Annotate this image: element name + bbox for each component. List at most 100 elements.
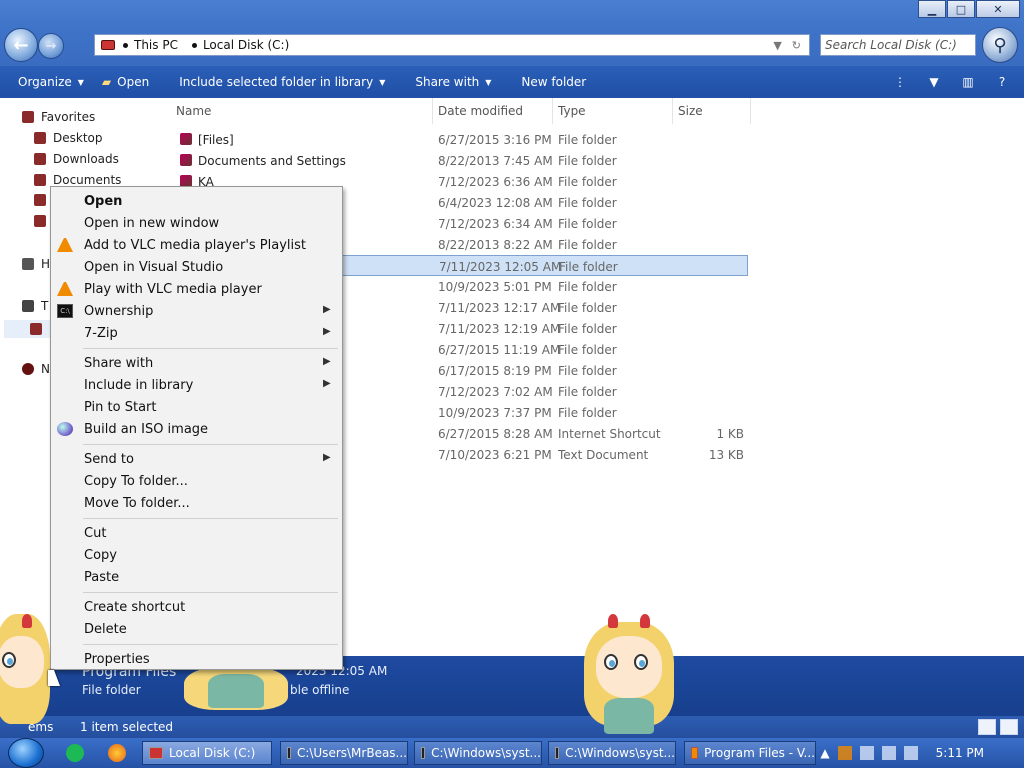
nav-this-pc[interactable]: T: [22, 299, 48, 313]
nav-local-disk-selected[interactable]: [4, 320, 54, 338]
taskbar-button[interactable]: C:\Windows\syst...: [414, 741, 542, 765]
view-dropdown-icon[interactable]: ▼: [926, 74, 942, 90]
share-with-button[interactable]: Share with ▼: [415, 75, 491, 89]
file-type: File folder: [558, 154, 617, 168]
search-input[interactable]: Search Local Disk (C:): [820, 34, 976, 56]
help-icon[interactable]: ?: [994, 74, 1010, 90]
menu-item-build-an-iso-image[interactable]: Build an ISO image: [51, 418, 342, 440]
column-type[interactable]: Type: [558, 104, 586, 118]
nav-favorites[interactable]: Favorites: [22, 110, 95, 124]
nav-item[interactable]: [34, 215, 46, 227]
search-icon[interactable]: ⚲: [982, 27, 1018, 63]
open-button[interactable]: ▰ Open: [102, 75, 149, 89]
nav-homegroup[interactable]: H: [22, 257, 50, 271]
breadcrumb-this-pc[interactable]: This PC: [134, 38, 178, 52]
view-options-icon[interactable]: ⋮: [892, 74, 908, 90]
menu-item-include-in-library[interactable]: Include in library ▶: [51, 374, 342, 396]
action-center-flag-icon[interactable]: [859, 746, 874, 760]
preview-pane-icon[interactable]: ▥: [960, 74, 976, 90]
nav-item[interactable]: [34, 194, 46, 206]
spotify-icon[interactable]: [66, 744, 84, 762]
cartoon-character-left: [0, 610, 50, 738]
menu-item-copy-to-folder[interactable]: Copy To folder...: [51, 470, 342, 492]
refresh-icon[interactable]: ↻: [792, 39, 801, 52]
menu-item-add-to-vlc-media-player-s-playlist[interactable]: Add to VLC media player's Playlist: [51, 234, 342, 256]
clock[interactable]: 5:11 PM: [936, 746, 984, 760]
menu-item-open-in-new-window[interactable]: Open in new window: [51, 212, 342, 234]
details-view-icon[interactable]: [978, 719, 996, 735]
menu-item-open[interactable]: Open: [51, 190, 342, 212]
computer-icon: [22, 300, 34, 312]
menu-item-copy[interactable]: Copy: [51, 544, 342, 566]
nav-label: Downloads: [53, 152, 119, 166]
chevron-right-icon: ▶: [323, 304, 331, 315]
column-size[interactable]: Size: [678, 104, 703, 118]
menu-item-7-zip[interactable]: 7-Zip ▶: [51, 322, 342, 344]
taskbar-button[interactable]: Local Disk (C:): [142, 741, 272, 765]
taskbar-button[interactable]: C:\Users\MrBeas...: [280, 741, 408, 765]
column-divider[interactable]: [552, 98, 553, 124]
nav-network[interactable]: N: [22, 362, 50, 376]
show-hidden-icons-icon[interactable]: ▲: [820, 746, 829, 760]
documents-icon: [34, 174, 46, 186]
minimize-button[interactable]: ▁: [918, 0, 946, 18]
file-row[interactable]: [Files] 6/27/2015 3:16 PM File folder: [168, 129, 748, 150]
homegroup-icon: [22, 258, 34, 270]
menu-item-move-to-folder[interactable]: Move To folder...: [51, 492, 342, 514]
java-icon[interactable]: [837, 746, 852, 760]
nav-downloads[interactable]: Downloads: [34, 152, 119, 166]
menu-item-label: Pin to Start: [84, 400, 157, 415]
new-folder-button[interactable]: New folder: [521, 75, 586, 89]
forward-button[interactable]: →: [38, 33, 64, 59]
character-horn: [608, 614, 618, 628]
drive-icon: [101, 40, 115, 50]
breadcrumb-local-disk[interactable]: Local Disk (C:): [203, 38, 289, 52]
menu-item-delete[interactable]: Delete: [51, 618, 342, 640]
menu-item-share-with[interactable]: Share with ▶: [51, 352, 342, 374]
menu-item-send-to[interactable]: Send to ▶: [51, 448, 342, 470]
menu-item-cut[interactable]: Cut: [51, 522, 342, 544]
menu-item-label: Open in new window: [84, 216, 220, 231]
column-divider[interactable]: [750, 98, 751, 124]
start-button[interactable]: [8, 738, 44, 768]
close-button[interactable]: ✕: [976, 0, 1020, 18]
address-dropdown-icon[interactable]: ▼: [773, 39, 781, 52]
menu-item-create-shortcut[interactable]: Create shortcut: [51, 596, 342, 618]
include-in-library-button[interactable]: Include selected folder in library ▼: [179, 75, 385, 89]
nav-desktop[interactable]: Desktop: [34, 131, 103, 145]
context-menu: Open Open in new window Add to VLC media p…: [50, 186, 343, 670]
taskbar-button[interactable]: Program Files - V...: [684, 741, 816, 765]
column-name[interactable]: Name: [176, 104, 211, 118]
organize-button[interactable]: Organize ▼: [18, 75, 84, 89]
menu-item-properties[interactable]: Properties: [51, 648, 342, 670]
file-type: File folder: [558, 196, 617, 210]
volume-icon[interactable]: [903, 746, 918, 760]
menu-item-play-with-vlc-media-player[interactable]: Play with VLC media player: [51, 278, 342, 300]
menu-item-ownership[interactable]: C:\ Ownership ▶: [51, 300, 342, 322]
nav-documents[interactable]: Documents: [34, 173, 121, 187]
file-type: File folder: [558, 280, 617, 294]
details-offline: ble offline: [290, 683, 350, 697]
address-bar[interactable]: This PC Local Disk (C:) ▼ ↻: [94, 34, 810, 56]
cartoon-character-right: [578, 612, 680, 738]
details-type: File folder: [82, 683, 141, 697]
cmd-icon: C:\: [57, 304, 73, 318]
back-button[interactable]: ←: [4, 28, 38, 62]
cmd-icon: [287, 747, 291, 759]
taskbar-button[interactable]: C:\Windows\syst...: [548, 741, 676, 765]
menu-item-pin-to-start[interactable]: Pin to Start: [51, 396, 342, 418]
firefox-icon[interactable]: [108, 744, 126, 762]
menu-item-label: 7-Zip: [84, 326, 118, 341]
column-divider[interactable]: [672, 98, 673, 124]
menu-item-open-in-visual-studio[interactable]: Open in Visual Studio: [51, 256, 342, 278]
new-folder-label: New folder: [521, 75, 587, 89]
file-row[interactable]: Documents and Settings 8/22/2013 7:45 AM F…: [168, 150, 748, 171]
column-date-modified[interactable]: Date modified: [438, 104, 523, 118]
menu-item-paste[interactable]: Paste: [51, 566, 342, 588]
file-type: Text Document: [558, 448, 649, 462]
large-icons-view-icon[interactable]: [1000, 719, 1018, 735]
column-divider[interactable]: [432, 98, 433, 124]
maximize-button[interactable]: □: [947, 0, 975, 18]
menu-item-label: Cut: [84, 526, 107, 541]
network-tray-icon[interactable]: [881, 746, 896, 760]
